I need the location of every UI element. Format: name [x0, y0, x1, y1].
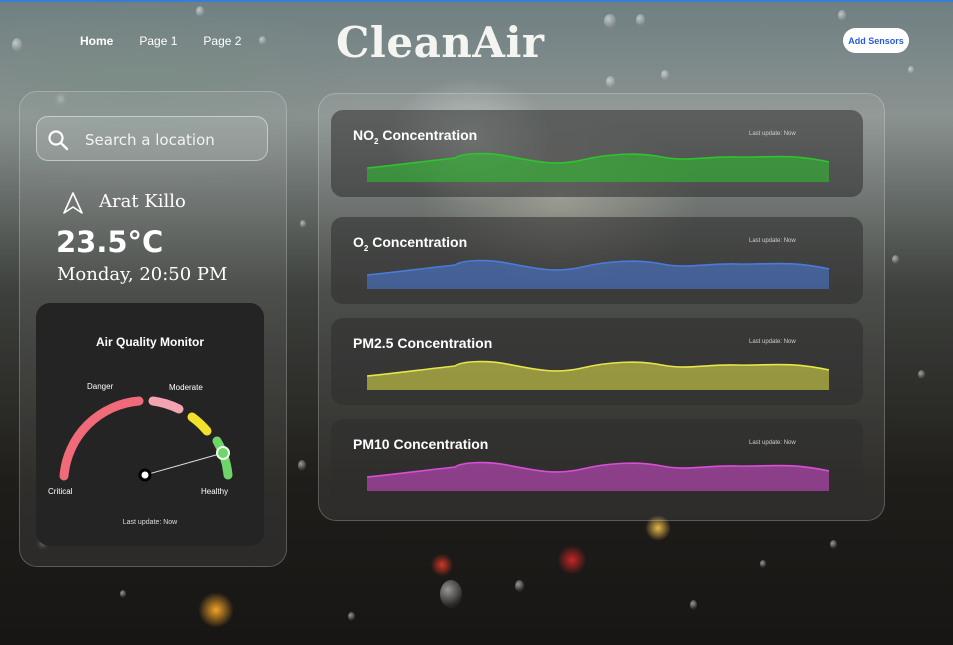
concentration-card-o2[interactable]: O2 Concentration Last update: Now [331, 217, 863, 304]
no2-wave-chart [367, 152, 829, 182]
pm25-wave-chart [367, 360, 829, 390]
gauge-label-critical: Critical [48, 487, 73, 496]
gauge-level-marker [216, 446, 230, 460]
concentrations-panel: NO2 Concentration Last update: Now O2 Co… [318, 93, 885, 521]
card-last-update: Last update: Now [749, 339, 796, 345]
navigation-arrow-icon [63, 192, 83, 214]
nav-page1-link[interactable]: Page 1 [139, 34, 177, 48]
air-quality-monitor-card: Air Quality Monitor Danger Moderate Crit… [36, 303, 264, 546]
concentration-card-pm25[interactable]: PM2.5 Concentration Last update: Now [331, 318, 863, 405]
nav-page2-link[interactable]: Page 2 [203, 34, 241, 48]
wave-area [367, 462, 829, 491]
gauge-needle [144, 452, 224, 476]
brand-title: CleanAir [336, 18, 545, 67]
search-icon[interactable] [47, 129, 69, 151]
o2-wave-chart [367, 259, 829, 289]
card-last-update: Last update: Now [749, 440, 796, 446]
concentration-card-pm10[interactable]: PM10 Concentration Last update: Now [331, 419, 863, 506]
card-title: PM2.5 Concentration [353, 335, 493, 351]
card-title: NO2 Concentration [353, 127, 478, 146]
gauge-label-moderate: Moderate [169, 383, 203, 392]
aqm-last-update: Last update: Now [122, 519, 178, 526]
wave-area [367, 361, 829, 390]
date-time: Monday, 20:50 PM [57, 264, 228, 285]
location-name: Arat Killo [99, 191, 186, 212]
air-quality-gauge [59, 396, 233, 482]
gauge-label-healthy: Healthy [201, 487, 229, 496]
search-input[interactable] [83, 128, 257, 152]
concentration-card-no2[interactable]: NO2 Concentration Last update: Now [331, 110, 863, 197]
top-accent-line [0, 0, 953, 2]
add-sensors-button[interactable]: Add Sensors [843, 28, 909, 53]
card-title: PM10 Concentration [353, 436, 489, 452]
gauge-label-danger: Danger [87, 382, 114, 391]
search-box [36, 116, 268, 161]
main-nav: Home Page 1 Page 2 [80, 34, 267, 48]
nav-home-link[interactable]: Home [80, 34, 113, 48]
pm10-wave-chart [367, 461, 829, 491]
card-title: O2 Concentration [353, 234, 468, 253]
gauge-moderate-segment [187, 412, 212, 436]
card-last-update: Last update: Now [749, 131, 796, 137]
gauge-danger-segment [148, 396, 184, 414]
gauge-needle-pivot [138, 468, 152, 482]
location-panel: Arat Killo 23.5°C Monday, 20:50 PM Air Q… [19, 91, 287, 567]
gauge-critical-segment [59, 396, 144, 481]
wave-area [367, 260, 829, 289]
card-last-update: Last update: Now [749, 238, 796, 244]
temperature: 23.5°C [56, 225, 164, 259]
wave-area [367, 153, 829, 182]
